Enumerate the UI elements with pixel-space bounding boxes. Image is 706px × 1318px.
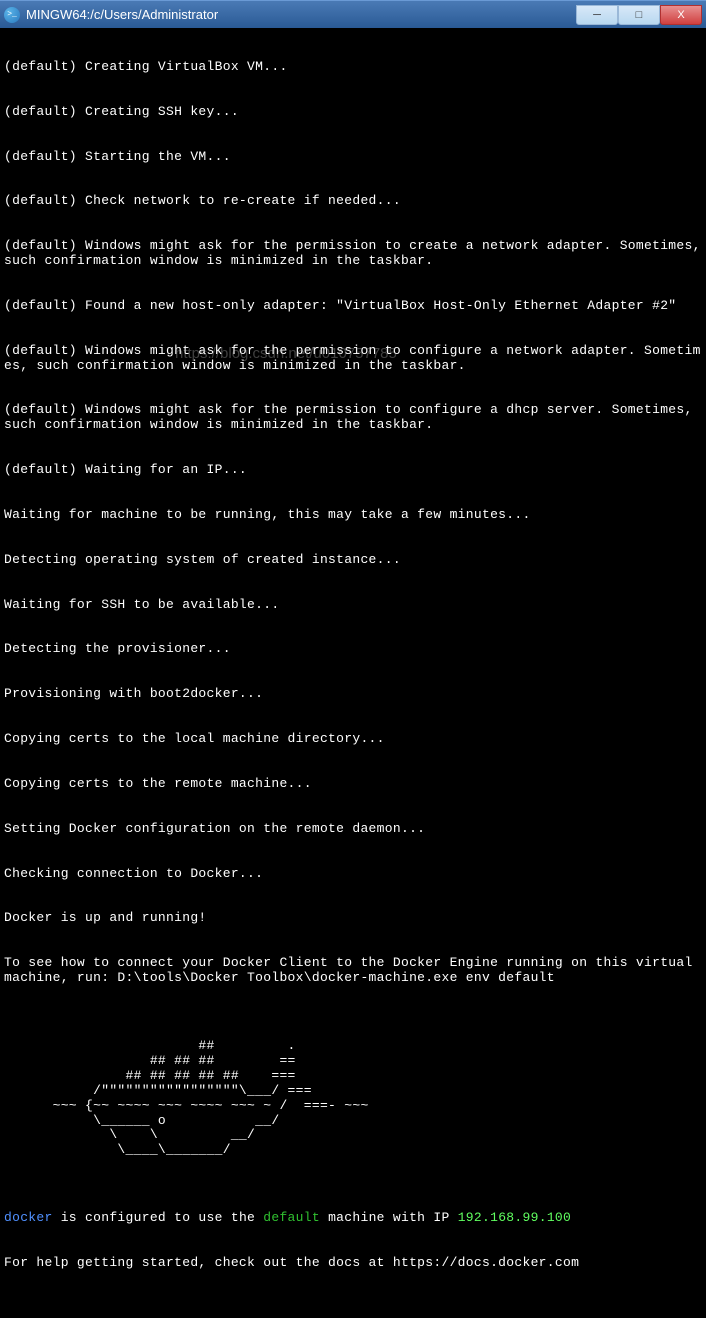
terminal-line: (default) Found a new host-only adapter:… <box>4 299 702 314</box>
terminal-line: Docker is up and running! <box>4 911 702 926</box>
docker-word: docker <box>4 1210 53 1225</box>
status-text: machine with IP <box>320 1210 458 1225</box>
terminal-line: (default) Windows might ask for the perm… <box>4 239 702 269</box>
help-line: For help getting started, check out the … <box>4 1256 702 1271</box>
maximize-button[interactable]: □ <box>618 5 660 25</box>
terminal-line: Provisioning with boot2docker... <box>4 687 702 702</box>
terminal-line: (default) Windows might ask for the perm… <box>4 403 702 433</box>
terminal-line: (default) Starting the VM... <box>4 150 702 165</box>
terminal-line: (default) Windows might ask for the perm… <box>4 344 702 374</box>
machine-name: default <box>263 1210 320 1225</box>
blank-line <box>4 1301 702 1316</box>
machine-ip: 192.168.99.100 <box>458 1210 571 1225</box>
terminal-line: (default) Waiting for an IP... <box>4 463 702 478</box>
terminal-line: Setting Docker configuration on the remo… <box>4 822 702 837</box>
terminal-line: (default) Creating VirtualBox VM... <box>4 60 702 75</box>
terminal-line: Detecting operating system of created in… <box>4 553 702 568</box>
app-icon-glyph: >_ <box>7 10 17 19</box>
terminal-line: Waiting for SSH to be available... <box>4 598 702 613</box>
window-titlebar: >_ MINGW64:/c/Users/Administrator ─ □ X <box>0 0 706 28</box>
terminal-line: Checking connection to Docker... <box>4 867 702 882</box>
terminal-line: Waiting for machine to be running, this … <box>4 508 702 523</box>
terminal-line: Copying certs to the remote machine... <box>4 777 702 792</box>
close-button[interactable]: X <box>660 5 702 25</box>
app-icon: >_ <box>4 7 20 23</box>
window-controls: ─ □ X <box>576 5 702 25</box>
docker-status-line: docker is configured to use the default … <box>4 1211 702 1226</box>
terminal-line: To see how to connect your Docker Client… <box>4 956 702 986</box>
window-title: MINGW64:/c/Users/Administrator <box>26 7 576 22</box>
terminal-line: (default) Creating SSH key... <box>4 105 702 120</box>
status-text: is configured to use the <box>53 1210 264 1225</box>
terminal-line: (default) Check network to re-create if … <box>4 194 702 209</box>
terminal-line: Detecting the provisioner... <box>4 642 702 657</box>
docker-whale-ascii: ## . ## ## ## == ## ## ## ## ## === /"""… <box>4 1039 702 1159</box>
terminal-line: Copying certs to the local machine direc… <box>4 732 702 747</box>
terminal-output[interactable]: (default) Creating VirtualBox VM... (def… <box>0 28 706 1318</box>
minimize-button[interactable]: ─ <box>576 5 618 25</box>
